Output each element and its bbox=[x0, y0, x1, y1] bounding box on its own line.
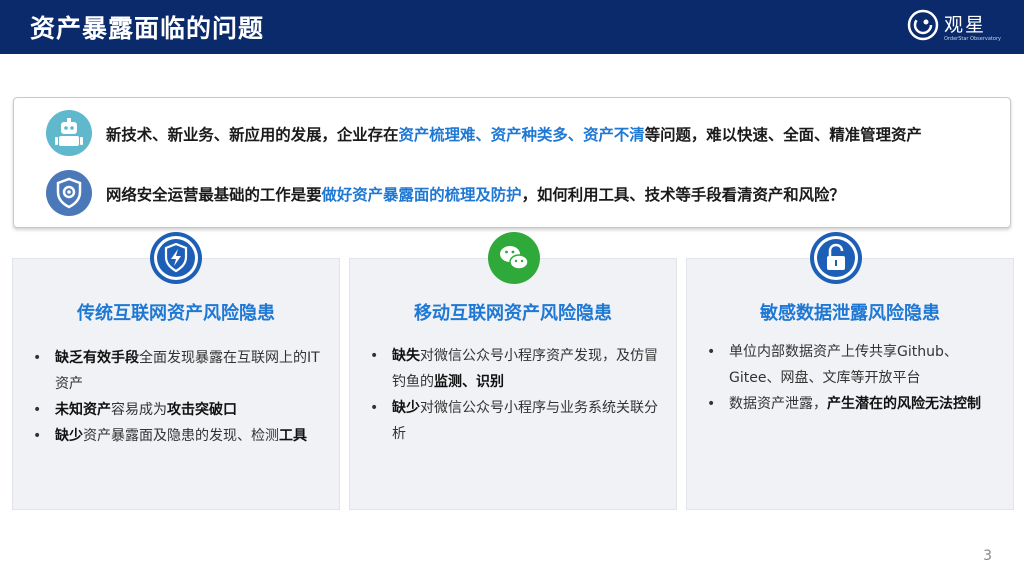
intro-row-tech: 新技术、新业务、新应用的发展，企业存在资产梳理难、资产种类多、资产不清等问题，难… bbox=[46, 110, 1006, 158]
card-title: 传统互联网资产风险隐患 bbox=[77, 303, 275, 324]
list-item: 缺少对微信公众号小程序与业务系统关联分析 bbox=[370, 395, 666, 447]
risk-list: 缺乏有效手段全面发现暴露在互联网上的IT资产 未知资产容易成为攻击突破口 缺少资… bbox=[33, 345, 329, 449]
intro-text-tech: 新技术、新业务、新应用的发展，企业存在资产梳理难、资产种类多、资产不清等问题，难… bbox=[106, 126, 922, 144]
card-title: 移动互联网资产风险隐患 bbox=[414, 303, 612, 324]
list-item: 未知资产容易成为攻击突破口 bbox=[33, 397, 329, 423]
card-sensitive-data: 敏感数据泄露风险隐患 单位内部数据资产上传共享Github、Gitee、网盘、文… bbox=[686, 258, 1014, 510]
risk-list: 缺失对微信公众号小程序资产发现，及仿冒钓鱼的监测、识别 缺少对微信公众号小程序与… bbox=[370, 343, 666, 447]
list-item: 单位内部数据资产上传共享Github、Gitee、网盘、文库等开放平台 bbox=[707, 339, 1003, 391]
logo-subtitle: OrderStar Observatory bbox=[944, 36, 1001, 42]
list-item: 数据资产泄露，产生潜在的风险无法控制 bbox=[707, 391, 1003, 417]
highlight-text: 做好资产暴露面的梳理及防护 bbox=[321, 186, 522, 204]
robot-tech-icon bbox=[46, 110, 92, 156]
logo-name: 观星 bbox=[944, 14, 987, 36]
shield-lightning-icon bbox=[150, 232, 202, 284]
logo-swirl-icon bbox=[907, 9, 939, 41]
page-number: 3 bbox=[983, 548, 992, 564]
shield-gear-icon bbox=[46, 170, 92, 216]
intro-text-security: 网络安全运营最基础的工作是要做好资产暴露面的梳理及防护，如何利用工具、技术等手段… bbox=[106, 186, 845, 204]
risk-list: 单位内部数据资产上传共享Github、Gitee、网盘、文库等开放平台 数据资产… bbox=[707, 339, 1003, 417]
title-bar: 资产暴露面临的问题 观星 OrderStar Observatory bbox=[0, 0, 1024, 54]
list-item: 缺失对微信公众号小程序资产发现，及仿冒钓鱼的监测、识别 bbox=[370, 343, 666, 395]
unlocked-padlock-icon bbox=[810, 232, 862, 284]
card-traditional-internet: 传统互联网资产风险隐患 缺乏有效手段全面发现暴露在互联网上的IT资产 未知资产容… bbox=[12, 258, 340, 510]
card-mobile-internet: 移动互联网资产风险隐患 缺失对微信公众号小程序资产发现，及仿冒钓鱼的监测、识别 … bbox=[349, 258, 677, 510]
intro-row-security: 网络安全运营最基础的工作是要做好资产暴露面的梳理及防护，如何利用工具、技术等手段… bbox=[46, 170, 1006, 218]
wechat-icon bbox=[488, 232, 540, 284]
list-item: 缺少资产暴露面及隐患的发现、检测工具 bbox=[33, 423, 329, 449]
page-title: 资产暴露面临的问题 bbox=[30, 14, 265, 43]
intro-box: 新技术、新业务、新应用的发展，企业存在资产梳理难、资产种类多、资产不清等问题，难… bbox=[13, 97, 1011, 228]
card-title: 敏感数据泄露风险隐患 bbox=[760, 303, 940, 324]
highlight-text: 资产梳理难、资产种类多、资产不清 bbox=[398, 126, 645, 144]
brand-logo: 观星 OrderStar Observatory bbox=[906, 6, 1001, 48]
list-item: 缺乏有效手段全面发现暴露在互联网上的IT资产 bbox=[33, 345, 329, 397]
